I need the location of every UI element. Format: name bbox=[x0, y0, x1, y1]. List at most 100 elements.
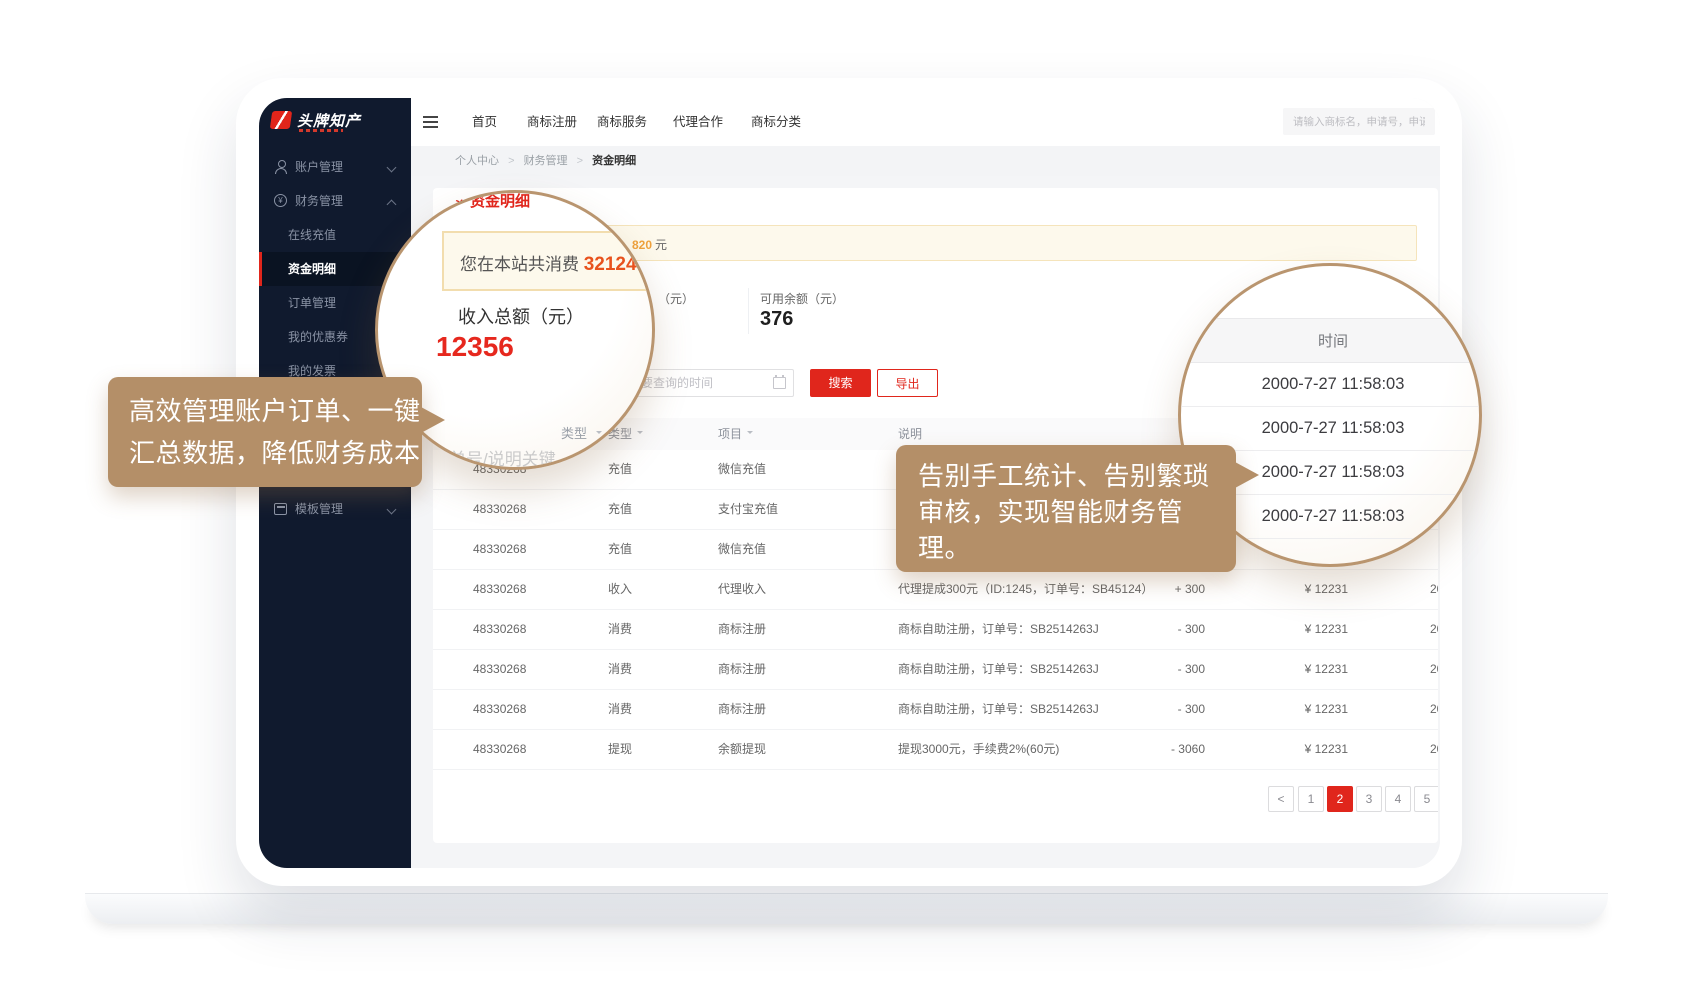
sidebar-item-label: 我的优惠券 bbox=[288, 320, 348, 354]
cell-order: 48330268 bbox=[473, 730, 526, 769]
sidebar-item-templates[interactable]: 模板管理 bbox=[259, 492, 411, 526]
calendar-icon[interactable] bbox=[773, 377, 786, 389]
cell-project: 支付宝充值 bbox=[718, 490, 778, 529]
callout-text: 告别手工统计、告别繁琐 bbox=[918, 458, 1236, 494]
callout-text: 理。 bbox=[918, 530, 1236, 566]
cell-project: 商标注册 bbox=[718, 690, 766, 729]
hamburger-menu-icon[interactable] bbox=[423, 116, 438, 128]
callout-left: 高效管理账户订单、一键 汇总数据，降低财务成本 bbox=[108, 377, 422, 487]
table-row: 48330268 收入 代理收入 代理提成300元（ID:1245，订单号：SB… bbox=[433, 570, 1438, 610]
cell-type: 消费 bbox=[608, 690, 632, 729]
cell-project: 微信充值 bbox=[718, 450, 766, 489]
user-icon bbox=[274, 160, 287, 173]
cell-amount: - 300 bbox=[1178, 650, 1205, 689]
cell-balance: ¥ 12231 bbox=[1305, 730, 1348, 769]
magnified-income-label: 收入总额（元） bbox=[458, 303, 584, 329]
breadcrumb: 个人中心 > 财务管理 > 资金明细 bbox=[411, 146, 1440, 176]
cell-desc: 提现3000元，手续费2%(60元) bbox=[898, 730, 1059, 769]
pagination-page-1[interactable]: 1 bbox=[1298, 786, 1324, 812]
nav-trademark-service[interactable]: 商标服务 bbox=[597, 98, 647, 146]
stat-balance-value: 376 bbox=[760, 308, 793, 331]
sidebar-item-label: 账户管理 bbox=[295, 150, 343, 184]
cell-type: 收入 bbox=[608, 570, 632, 609]
cell-project: 商标注册 bbox=[718, 650, 766, 689]
callout-arrow-right-icon bbox=[1235, 462, 1259, 488]
cell-order: 48330268 bbox=[473, 610, 526, 649]
cell-project: 代理收入 bbox=[718, 570, 766, 609]
magnified-tab-label: 资金明细 bbox=[470, 190, 530, 211]
sort-icon[interactable] bbox=[747, 431, 753, 437]
sidebar-item-label: 模板管理 bbox=[295, 492, 343, 526]
cell-order: 48330268 bbox=[473, 570, 526, 609]
search-button[interactable]: 搜索 bbox=[810, 369, 871, 397]
cell-amount: - 3060 bbox=[1171, 730, 1205, 769]
magnified-banner-text: 您在本站共消费 32124 bbox=[460, 250, 637, 276]
pagination-page-5[interactable]: 5 bbox=[1414, 786, 1438, 812]
cell-time: 2000-7-27 11:58:03 bbox=[1430, 730, 1438, 769]
pagination-page-2-active[interactable]: 2 bbox=[1327, 786, 1353, 812]
breadcrumb-item[interactable]: 财务管理 bbox=[524, 155, 568, 167]
cell-type: 提现 bbox=[608, 730, 632, 769]
nav-trademark-category[interactable]: 商标分类 bbox=[751, 98, 801, 146]
search-input[interactable] bbox=[1283, 108, 1435, 135]
laptop-base bbox=[85, 893, 1608, 924]
breadcrumb-separator: > bbox=[508, 155, 514, 167]
sort-icon[interactable] bbox=[637, 431, 643, 437]
cell-balance: ¥ 12231 bbox=[1305, 690, 1348, 729]
magnified-order-header: 订单号/说明关键 bbox=[432, 445, 556, 470]
stat-expense-unit-label: （元） bbox=[658, 290, 694, 307]
callout-text: 汇总数据，降低财务成本 bbox=[129, 432, 422, 474]
chevron-down-icon bbox=[387, 505, 397, 515]
breadcrumb-separator: > bbox=[577, 155, 583, 167]
sidebar-item-finance[interactable]: ¥ 财务管理 bbox=[259, 184, 411, 218]
cell-project: 余额提现 bbox=[718, 730, 766, 769]
sort-icon bbox=[596, 431, 602, 437]
cell-type: 充值 bbox=[608, 450, 632, 489]
sidebar-item-recharge[interactable]: 在线充值 bbox=[259, 218, 411, 252]
cell-amount: - 300 bbox=[1178, 690, 1205, 729]
banner-unit: 元 bbox=[655, 238, 667, 252]
marketing-mockup: 头牌知产 账户管理 ¥ 财务管理 在线充值 资金明细 订单管理 bbox=[0, 0, 1696, 1002]
cell-balance: ¥ 12231 bbox=[1305, 570, 1348, 609]
chevron-up-icon bbox=[387, 200, 397, 210]
cell-project: 微信充值 bbox=[718, 530, 766, 569]
cell-amount: - 300 bbox=[1178, 610, 1205, 649]
nav-home[interactable]: 首页 bbox=[472, 98, 497, 146]
nav-agent-coop[interactable]: 代理合作 bbox=[673, 98, 723, 146]
magnified-type-header: 类型 bbox=[561, 423, 602, 442]
magnified-income-value: 12356 bbox=[436, 331, 514, 363]
sidebar-item-label: 资金明细 bbox=[288, 252, 336, 286]
table-row: 48330268 消费 商标注册 商标自助注册，订单号：SB2514263J -… bbox=[433, 650, 1438, 690]
magnified-time-cell: 2000-7-27 11:58:03 bbox=[1181, 363, 1482, 407]
stat-divider bbox=[748, 288, 749, 334]
finance-icon: ¥ bbox=[274, 194, 287, 207]
cell-desc: 商标自助注册，订单号：SB2514263J bbox=[898, 650, 1099, 689]
cell-type: 消费 bbox=[608, 610, 632, 649]
callout-text: 高效管理账户订单、一键 bbox=[129, 390, 422, 432]
pagination-page-4[interactable]: 4 bbox=[1385, 786, 1411, 812]
breadcrumb-item[interactable]: 个人中心 bbox=[455, 155, 499, 167]
cell-desc: 商标自助注册，订单号：SB2514263J bbox=[898, 610, 1099, 649]
cell-order: 48330268 bbox=[473, 530, 526, 569]
header-project: 项目 bbox=[718, 418, 753, 450]
cell-order: 48330268 bbox=[473, 650, 526, 689]
cell-time: 2000-7-27 11:58:03 bbox=[1430, 570, 1438, 609]
brand-flag-icon bbox=[270, 111, 293, 129]
pagination-page-3[interactable]: 3 bbox=[1356, 786, 1382, 812]
cell-desc: 代理提成300元（ID:1245，订单号：SB45124） bbox=[898, 570, 1153, 609]
cell-amount: + 300 bbox=[1175, 570, 1205, 609]
cell-time: 2000-7-27 11:58:03 bbox=[1430, 610, 1438, 649]
nav-trademark-register[interactable]: 商标注册 bbox=[527, 98, 577, 146]
pagination-prev[interactable]: < bbox=[1268, 786, 1294, 812]
stat-balance-label: 可用余额（元） bbox=[760, 290, 844, 307]
sidebar-item-account[interactable]: 账户管理 bbox=[259, 150, 411, 184]
magnified-banner-amount: 32124 bbox=[584, 254, 637, 275]
sidebar-item-label: 在线充值 bbox=[288, 218, 336, 252]
template-icon bbox=[274, 503, 287, 515]
table-row: 48330268 消费 商标注册 商标自助注册，订单号：SB2514263J -… bbox=[433, 690, 1438, 730]
cell-desc: 商标自助注册，订单号：SB2514263J bbox=[898, 690, 1099, 729]
export-button[interactable]: 导出 bbox=[877, 369, 938, 397]
callout-arrow-right-icon bbox=[421, 407, 445, 433]
cell-type: 消费 bbox=[608, 650, 632, 689]
sidebar-item-label: 财务管理 bbox=[295, 184, 343, 218]
